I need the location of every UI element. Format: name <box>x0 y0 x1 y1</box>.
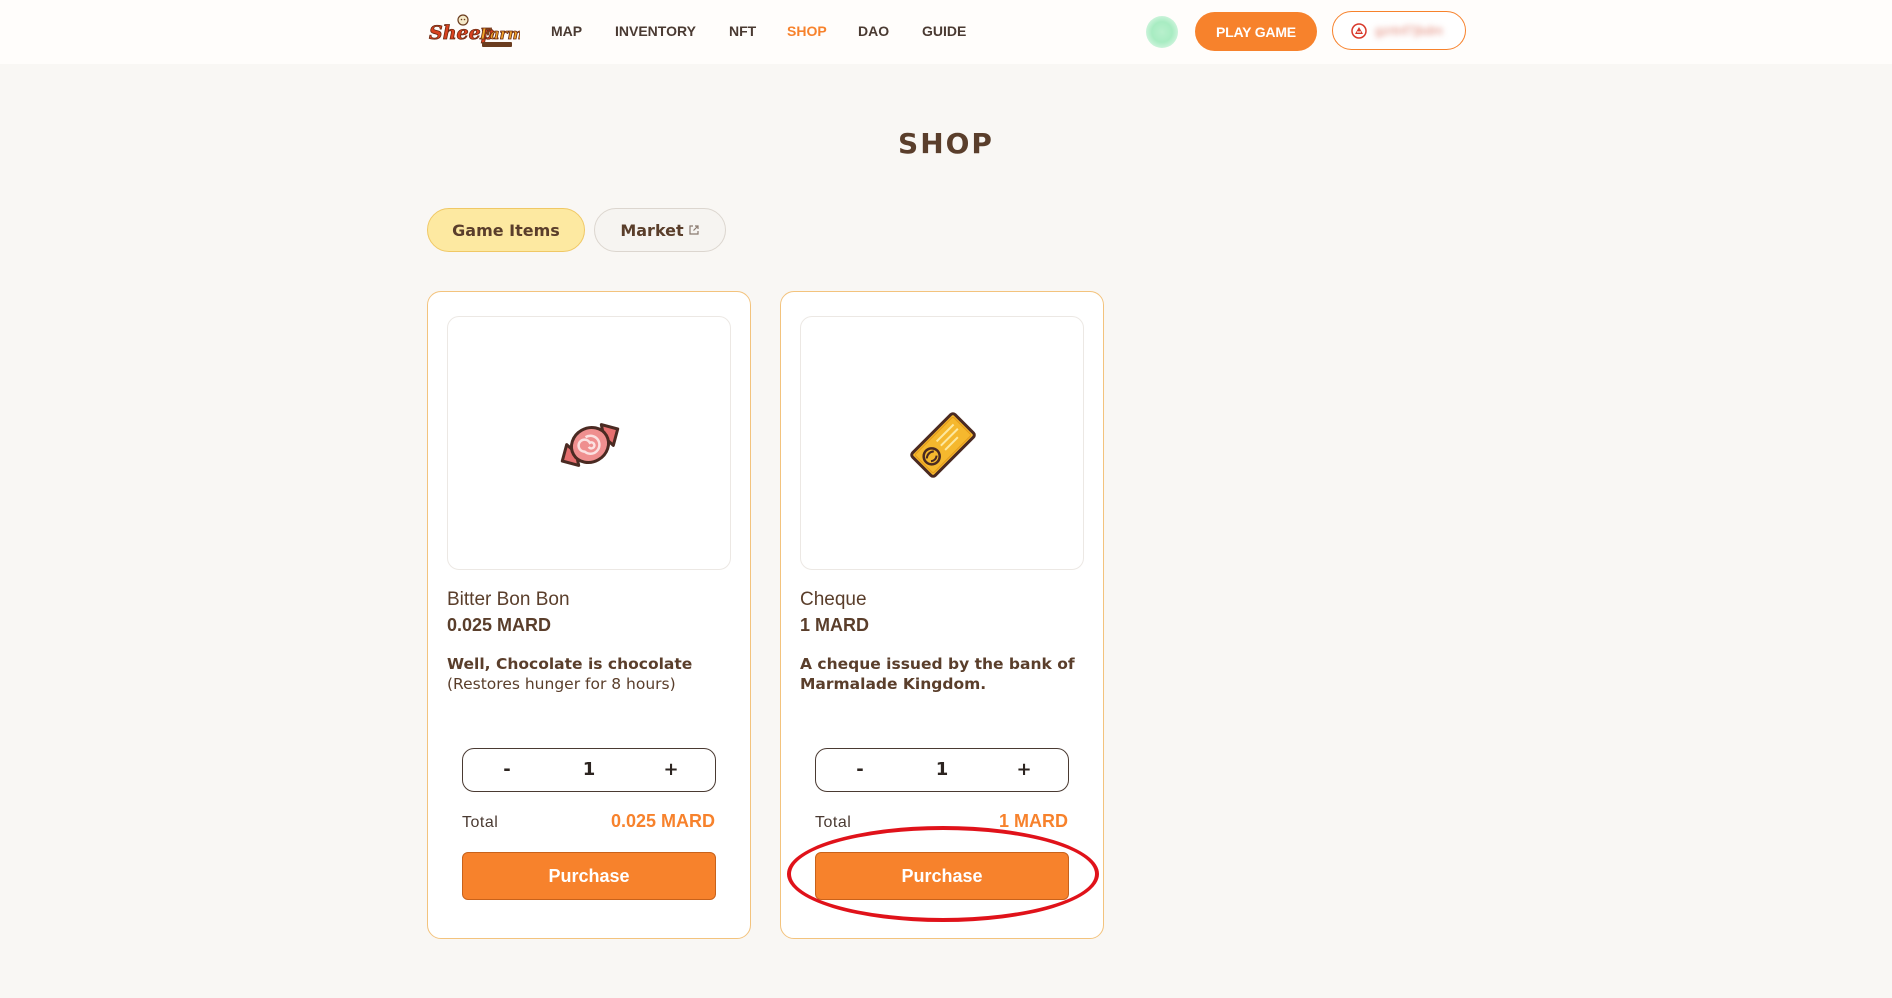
quantity-input[interactable]: 1 <box>563 749 615 790</box>
sheepfarm-logo[interactable]: Sheep Farm <box>426 14 520 50</box>
total-label: Total <box>462 814 499 831</box>
quantity-stepper: - 1 + <box>462 748 716 792</box>
play-game-button[interactable]: PLAY GAME <box>1195 12 1317 51</box>
item-price: 1 MARD <box>800 615 870 635</box>
purchase-button[interactable]: Purchase <box>815 852 1069 900</box>
item-image-frame <box>800 316 1084 570</box>
shop-item-card-cheque: Cheque 1 MARD A cheque issued by the ban… <box>780 291 1104 939</box>
tab-market[interactable]: Market <box>594 208 726 252</box>
page-title: SHOP <box>898 127 994 160</box>
wallet-address: gzrtnf7jbdm <box>1375 23 1443 38</box>
item-effect-text: (Restores hunger for 8 hours) <box>447 675 676 693</box>
wallet-network-icon <box>1351 22 1367 39</box>
item-description: Well, Chocolate is chocolate (Restores h… <box>447 654 737 694</box>
decrease-quantity-button[interactable]: - <box>487 749 527 790</box>
total-value: 1 MARD <box>998 811 1068 831</box>
nav-inventory[interactable]: INVENTORY <box>615 23 696 39</box>
item-description: A cheque issued by the bank of Marmalade… <box>800 654 1090 694</box>
quantity-input[interactable]: 1 <box>916 749 968 790</box>
svg-text:Farm: Farm <box>479 25 520 43</box>
nav-nft[interactable]: NFT <box>729 23 756 39</box>
item-name: Cheque <box>800 589 867 610</box>
quantity-stepper: - 1 + <box>815 748 1069 792</box>
cheque-icon <box>910 412 976 478</box>
tab-game-items-label: Game Items <box>452 220 560 240</box>
item-description-text: Well, Chocolate is chocolate <box>447 655 693 673</box>
connection-status-indicator <box>1146 16 1178 48</box>
purchase-button[interactable]: Purchase <box>462 852 716 900</box>
shop-item-card-bitter-bon-bon: Bitter Bon Bon 0.025 MARD Well, Chocolat… <box>427 291 751 939</box>
total-value: 0.025 MARD <box>610 811 715 831</box>
item-name: Bitter Bon Bon <box>447 589 570 610</box>
item-description-text: A cheque issued by the bank of Marmalade… <box>800 655 1075 693</box>
candy-icon <box>560 423 620 467</box>
nav-shop[interactable]: SHOP <box>787 23 827 39</box>
item-image-frame <box>447 316 731 570</box>
nav-map[interactable]: MAP <box>551 23 582 39</box>
total-label: Total <box>815 814 852 831</box>
tab-market-label: Market <box>620 220 684 240</box>
item-price: 0.025 MARD <box>447 615 552 635</box>
tab-game-items[interactable]: Game Items <box>427 208 585 252</box>
external-link-icon <box>689 225 699 235</box>
nav-guide[interactable]: GUIDE <box>922 23 966 39</box>
decrease-quantity-button[interactable]: - <box>840 749 880 790</box>
increase-quantity-button[interactable]: + <box>1004 749 1044 790</box>
top-navigation-bar: Sheep Farm MAP INVENTORY NFT SHOP DAO GU… <box>0 0 1892 64</box>
wallet-button[interactable]: gzrtnf7jbdm <box>1332 11 1466 50</box>
increase-quantity-button[interactable]: + <box>651 749 691 790</box>
nav-dao[interactable]: DAO <box>858 23 889 39</box>
